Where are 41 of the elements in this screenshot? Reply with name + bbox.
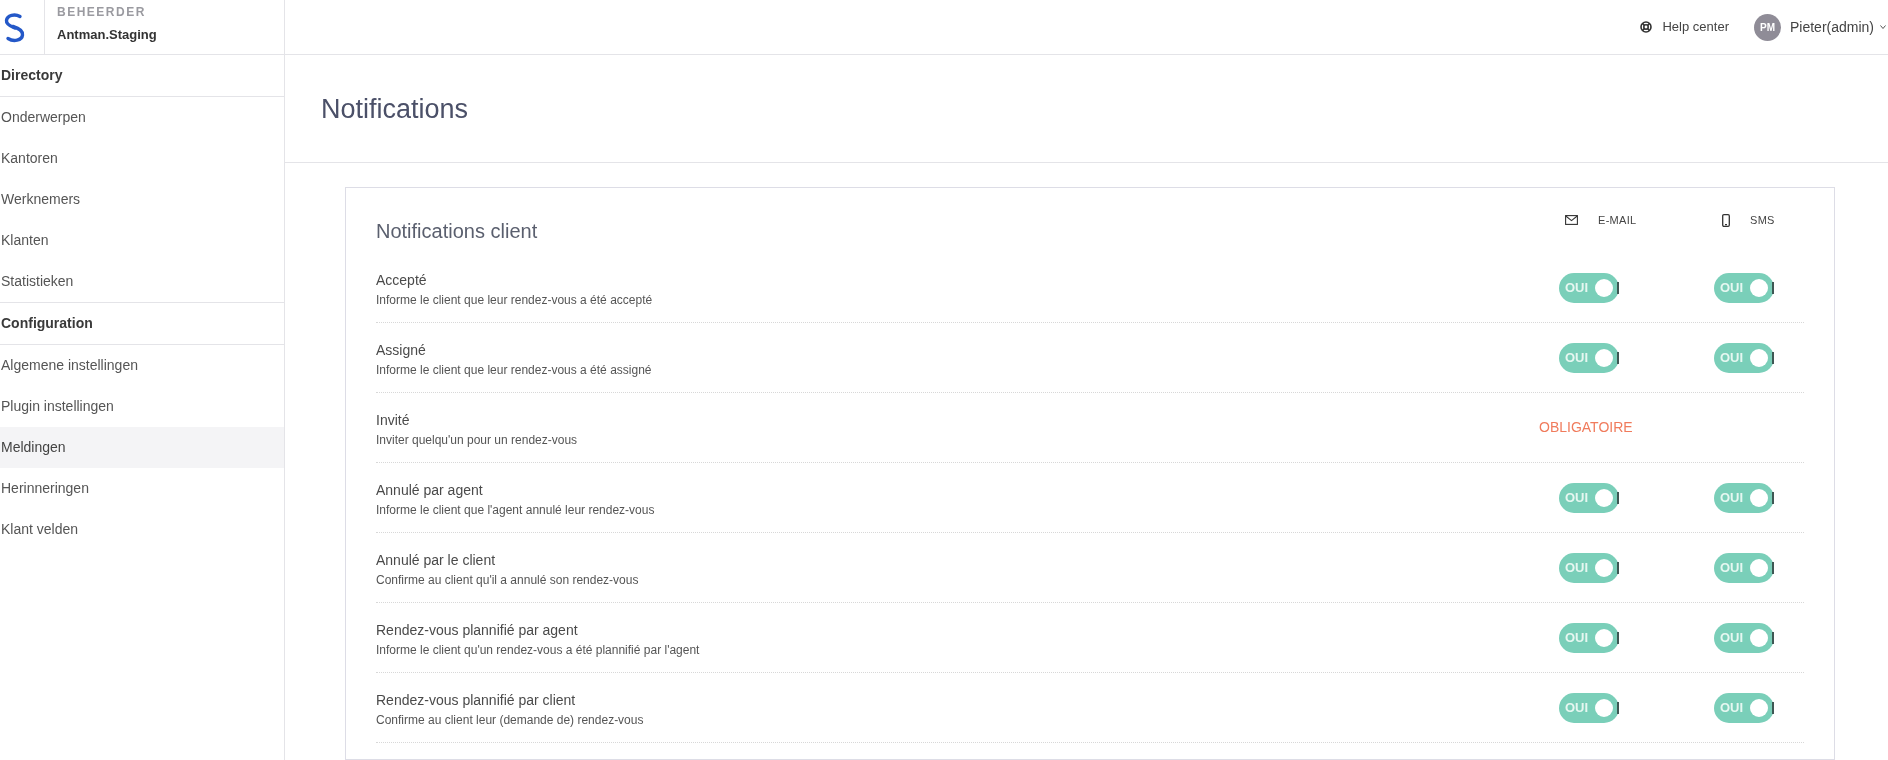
notification-description: Informe le client que leur rendez-vous a été assigné <box>376 362 652 378</box>
notification-description: Informe le client qu'un rendez-vous a été plannifié par l'agent <box>376 642 700 658</box>
sidebar-item[interactable]: Kantoren <box>0 138 284 179</box>
notification-description: Confirme au client leur (demande de) rendez-vous <box>376 712 644 728</box>
sidebar-item[interactable]: Klanten <box>0 220 284 261</box>
column-heading: SMS <box>1750 213 1775 227</box>
help-center-link[interactable]: Help center <box>1640 17 1729 37</box>
user-avatar: PM <box>1753 13 1781 41</box>
notification-description: Confirme au client qu'il a annulé son rendez-vous <box>376 572 639 588</box>
sidebar-item[interactable]: Herinneringen <box>0 468 284 509</box>
phone-icon <box>1722 213 1730 227</box>
caret-icon <box>1880 25 1886 29</box>
required-label: OBLIGATOIRE <box>1539 418 1633 437</box>
lifebuoy-icon <box>1640 21 1653 33</box>
notification-title: Annulé par le client <box>376 551 496 570</box>
sidebar-item[interactable]: Statistieken <box>0 261 284 302</box>
notification-title: Annulé par agent <box>376 481 483 500</box>
sidebar-item[interactable]: Klant velden <box>0 509 284 550</box>
role-label: BEHEERDER <box>57 4 146 20</box>
sidebar-item[interactable]: Onderwerpen <box>0 97 284 138</box>
logo-icon <box>3 11 26 43</box>
page-title: Notifications <box>321 92 469 125</box>
sidebar-item[interactable]: Algemene instellingen <box>0 345 284 386</box>
section-heading: Directory <box>0 66 63 85</box>
section-heading: Configuration <box>0 314 93 333</box>
notification-title: Invité <box>376 411 410 430</box>
notification-title: Assigné <box>376 341 426 360</box>
envelope-icon <box>1565 215 1578 225</box>
user-menu-button[interactable]: Pieter(admin) <box>1789 16 1886 38</box>
sidebar-item[interactable]: Plugin instellingen <box>0 386 284 427</box>
notification-description: Informe le client que leur rendez-vous a été accepté <box>376 292 653 308</box>
notification-title: Accepté <box>376 271 427 290</box>
notification-title: Rendez-vous plannifié par client <box>376 691 576 710</box>
sidebar-item[interactable]: Werknemers <box>0 179 284 220</box>
sidebar-item[interactable]: Meldingen <box>0 427 284 468</box>
workspace-name: Antman.Staging <box>57 26 157 44</box>
notification-description: Informe le client que l'agent annulé leur rendez-vous <box>376 502 655 518</box>
notification-description: Inviter quelqu'un pour un rendez-vous <box>376 432 578 448</box>
card-title: Notifications client <box>376 219 538 244</box>
notification-title: Rendez-vous plannifié par agent <box>376 621 578 640</box>
column-heading: E-MAIL <box>1598 213 1637 227</box>
